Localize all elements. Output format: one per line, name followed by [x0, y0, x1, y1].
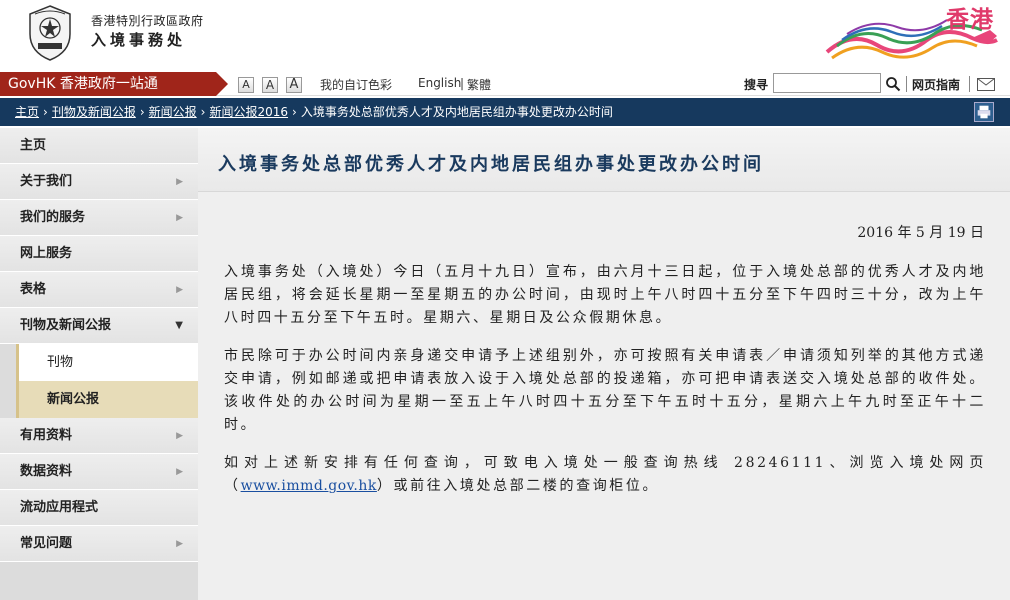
sidebar-item-label: 常见问题 — [20, 536, 73, 551]
sidebar-item-label: 表格 — [20, 282, 47, 297]
sidebar-item-label: 有用资料 — [20, 428, 73, 443]
breadcrumb-item[interactable]: 新闻公报2016 — [209, 105, 288, 119]
immd-emblem-icon[interactable] — [27, 4, 73, 62]
paragraph-text: ）或前往入境处总部二楼的查询柜位。 — [376, 478, 660, 494]
sidebar-item-our-services[interactable]: 我们的服务 ▶ — [0, 200, 198, 236]
govhk-link[interactable]: GovHK 香港政府一站通 — [0, 72, 228, 96]
sidebar-item-label: 流动应用程式 — [20, 500, 99, 515]
chevron-right-icon: ▶ — [176, 467, 183, 477]
sidebar-item-forms[interactable]: 表格 ▶ — [0, 272, 198, 308]
sidebar-item-label: 关于我们 — [20, 174, 73, 189]
main-content: 入境事务处总部优秀人才及内地居民组办事处更改办公时间 2016 年 5 月 19… — [198, 128, 1010, 600]
lang-english-link[interactable]: English — [418, 76, 461, 90]
dept-name-top: 香港特別行政區政府 — [91, 14, 204, 28]
sidebar-nav: 主页 关于我们 ▶ 我们的服务 ▶ 网上服务 表格 ▶ 刊物及新闻公报 ▼ 刊物… — [0, 128, 198, 600]
chevron-right-icon: ▶ — [176, 285, 183, 295]
sidebar-item-mobile-apps[interactable]: 流动应用程式 — [0, 490, 198, 526]
chevron-right-icon: ▶ — [176, 213, 183, 223]
page-title: 入境事务处总部优秀人才及内地居民组办事处更改办公时间 — [218, 154, 764, 175]
breadcrumb-separator: › — [139, 105, 145, 119]
breadcrumb-item[interactable]: 主页 — [15, 105, 39, 119]
my-theme-link[interactable]: 我的自订色彩 — [320, 76, 392, 93]
paragraph: 市民除可于办公时间内亲身递交申请予上述组别外，亦可按照有关申请表／申请须知列举的… — [224, 348, 986, 433]
lang-traditional-link[interactable]: 繁體 — [467, 76, 491, 93]
breadcrumb-separator: › — [200, 105, 206, 119]
search-label: 搜寻 — [744, 78, 769, 92]
font-size-small-button[interactable]: A — [238, 77, 254, 93]
sidebar-item-online-services[interactable]: 网上服务 — [0, 236, 198, 272]
sidebar-item-faq[interactable]: 常见问题 ▶ — [0, 526, 198, 562]
mail-icon[interactable] — [977, 78, 995, 91]
sidebar-item-publications-press[interactable]: 刊物及新闻公报 ▼ — [0, 308, 198, 344]
govhk-topbar: GovHK 香港政府一站通 A A A 我的自订色彩 English | 繁體 … — [0, 72, 1010, 96]
divider — [906, 76, 907, 92]
divider — [969, 76, 970, 92]
chevron-down-icon: ▼ — [175, 320, 183, 331]
sidebar-subitem-publications[interactable]: 刊物 — [16, 344, 198, 381]
title-box: 入境事务处总部优秀人才及内地居民组办事处更改办公时间 — [198, 128, 1010, 192]
publish-date: 2016 年 5 月 19 日 — [857, 225, 984, 241]
sidebar-item-home[interactable]: 主页 — [0, 128, 198, 164]
sidebar-item-label: 主页 — [20, 138, 47, 153]
dept-name: 入境事務处 — [91, 31, 187, 49]
sidebar-subitem-label: 新闻公报 — [47, 392, 100, 407]
lang-separator: | — [460, 76, 465, 90]
chevron-right-icon: ▶ — [176, 431, 183, 441]
sidebar-item-label: 网上服务 — [20, 246, 73, 261]
sidebar-item-statistics[interactable]: 数据资料 ▶ — [0, 454, 198, 490]
sidebar-item-useful-info[interactable]: 有用资料 ▶ — [0, 418, 198, 454]
search-input[interactable] — [773, 73, 881, 93]
sidebar-item-label: 数据资料 — [20, 464, 73, 479]
breadcrumb-separator: › — [43, 105, 48, 119]
chevron-right-icon: ▶ — [176, 539, 183, 549]
breadcrumb-item[interactable]: 刊物及新闻公报 — [52, 105, 136, 119]
sidebar-subitem-label: 刊物 — [47, 355, 74, 370]
breadcrumb: 主页 › 刊物及新闻公报 › 新闻公报 › 新闻公报2016 › 入境事务处总部优秀人才及内地居… — [0, 98, 1010, 126]
paragraph: 入境事务处（入境处）今日（五月十九日）宣布，由六月十三日起，位于入境处总部的优秀… — [224, 264, 986, 326]
breadcrumb-separator: › — [292, 105, 297, 119]
sidebar-subitem-press-releases[interactable]: 新闻公报 — [16, 381, 198, 418]
paragraph: 如对上述新安排有任何查询，可致电入境处一般查询热线 28246111、浏览入境处… — [224, 452, 986, 498]
site-header: 香港特別行政區政府 入境事務处 香港 — [0, 0, 1010, 72]
sidebar-item-label: 我们的服务 — [20, 210, 86, 225]
breadcrumb-item[interactable]: 新闻公报 — [149, 105, 197, 119]
font-size-medium-button[interactable]: A — [262, 77, 278, 93]
immd-website-link[interactable]: www.immd.gov.hk — [241, 478, 377, 494]
sidebar-item-about-us[interactable]: 关于我们 ▶ — [0, 164, 198, 200]
search-icon[interactable] — [885, 76, 901, 92]
chevron-right-icon: ▶ — [176, 177, 183, 187]
breadcrumb-current: 入境事务处总部优秀人才及内地居民组办事处更改办公时间 — [300, 105, 613, 119]
article-body: 2016 年 5 月 19 日 入境事务处（入境处）今日（五月十九日）宣布，由六… — [198, 192, 1010, 600]
sitemap-link[interactable]: 网页指南 — [912, 76, 960, 93]
sidebar-item-label: 刊物及新闻公报 — [20, 318, 112, 333]
font-size-large-button[interactable]: A — [286, 77, 302, 93]
print-icon[interactable] — [974, 102, 994, 122]
brand-hk-text: 香港 — [946, 7, 994, 33]
